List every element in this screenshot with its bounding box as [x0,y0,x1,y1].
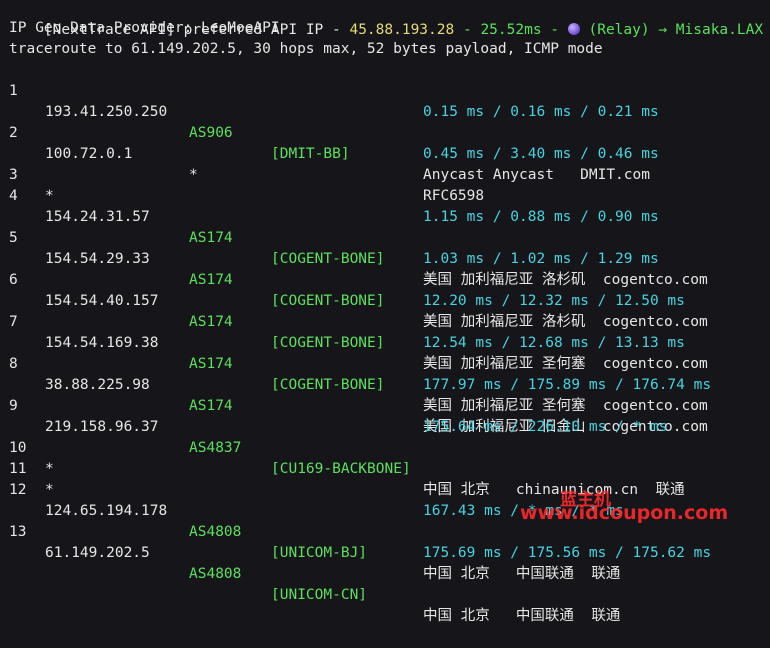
hop-row: 5 154.54.29.33 AS174 [COGENT-BONE] 美国 加利… [0,207,770,330]
hop-rtt-row: 12.20 ms / 12.32 ms / 12.50 ms [0,270,770,309]
hop-geo: 中国 北京 中国联通 联通 [423,608,621,624]
hop-row: 12 124.65.194.178 AS4808 [UNICOM-BJ] 中国 … [0,459,770,582]
hop-asn: AS4808 [189,566,242,582]
hop-row: 4 154.24.31.57 AS174 [COGENT-BONE] 美国 加利… [0,165,770,288]
provider-line: IP Geo Data Provider: LeoMoeAPI [9,20,280,36]
hop-rtt-row: 177.97 ms / 175.89 ms / 176.74 ms [0,354,770,393]
hop-row: 9 219.158.96.37 AS4837 [CU169-BACKBONE] … [0,375,770,498]
hop-row: 7 154.54.169.38 AS174 [COGENT-BONE] 美国 加… [0,291,770,414]
hop-rtt-row: 0.45 ms / 3.40 ms / 0.46 ms [0,123,770,162]
hop-netname: [UNICOM-CN] [271,587,368,603]
hop-rtt-row: 0.15 ms / 0.16 ms / 0.21 ms [0,81,770,120]
hop-rtt-row: 175.69 ms / 175.56 ms / 175.62 ms [0,522,770,561]
hop-rtt: 175.69 ms / 175.56 ms / 175.62 ms [423,545,712,561]
hop-rtt-row: 12.54 ms / 12.68 ms / 13.13 ms [0,312,770,351]
hop-row: 8 38.88.225.98 AS174 美国 加利福尼亚 旧金山 cogent… [0,333,770,435]
header-line: [NextTrace API] preferred API IP - 45.88… [9,0,770,38]
hop-rtt-row: 1.03 ms / 1.02 ms / 1.29 ms [0,228,770,267]
hop-row: 10 * [0,417,770,477]
hop-rtt-row: 167.43 ms / * ms / * ms [0,480,770,519]
traceroute-line: traceroute to 61.149.202.5, 30 hops max,… [9,41,603,57]
hop-rtt-row: 175.64 ms / 226.10 ms / * ms [0,396,770,435]
hop-row: 6 154.54.40.157 AS174 [COGENT-BONE] 美国 加… [0,249,770,372]
terminal-window[interactable]: [NextTrace API] preferred API IP - 45.88… [0,0,770,624]
hop-row: 2 100.72.0.1 * RFC6598 [0,102,770,204]
hop-row: 1 193.41.250.250 AS906 [DMIT-BB] Anycast… [0,60,770,183]
hop-row: 13 61.149.202.5 AS4808 [UNICOM-CN] 中国 北京… [0,501,770,624]
hop-rtt-row: 1.15 ms / 0.88 ms / 0.90 ms [0,186,770,225]
hop-row: 3 * [0,144,770,204]
hop-netname: [UNICOM-BJ] [271,545,368,561]
hop-geo: 中国 北京 中国联通 联通 [423,566,621,582]
hop-ip: 61.149.202.5 [45,545,150,561]
hop-row: 11 * [0,438,770,498]
